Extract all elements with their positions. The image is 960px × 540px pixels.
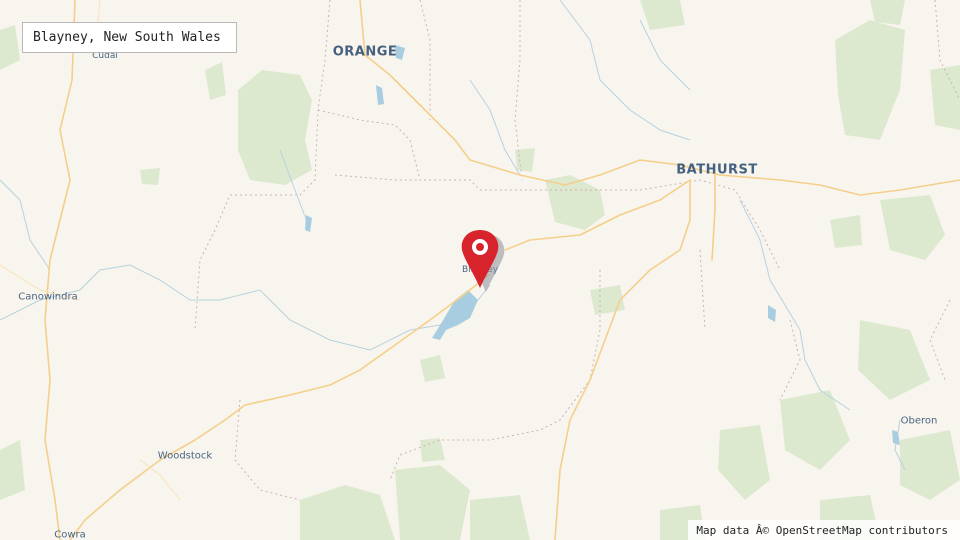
map-canvas[interactable]: ORANGE BATHURST Cudal Canowindra Woodsto… [0, 0, 960, 540]
location-search-text: Blayney, New South Wales [33, 30, 221, 45]
water-bodies [305, 45, 900, 445]
place-label-canowindra: Canowindra [18, 291, 78, 303]
location-search-box[interactable]: Blayney, New South Wales [22, 22, 237, 53]
place-label-cowra: Cowra [54, 529, 86, 540]
place-label-oberon: Oberon [900, 415, 938, 427]
attribution-text: Map data Â© OpenStreetMap contributors [696, 523, 948, 537]
map-pin-icon[interactable] [456, 226, 508, 296]
place-label-woodstock: Woodstock [157, 450, 213, 462]
place-label-bathurst: BATHURST [676, 162, 758, 178]
minor-roads [0, 0, 181, 501]
rivers [0, 0, 906, 471]
place-label-orange: ORANGE [332, 44, 398, 60]
map-attribution: Map data Â© OpenStreetMap contributors [688, 520, 960, 540]
